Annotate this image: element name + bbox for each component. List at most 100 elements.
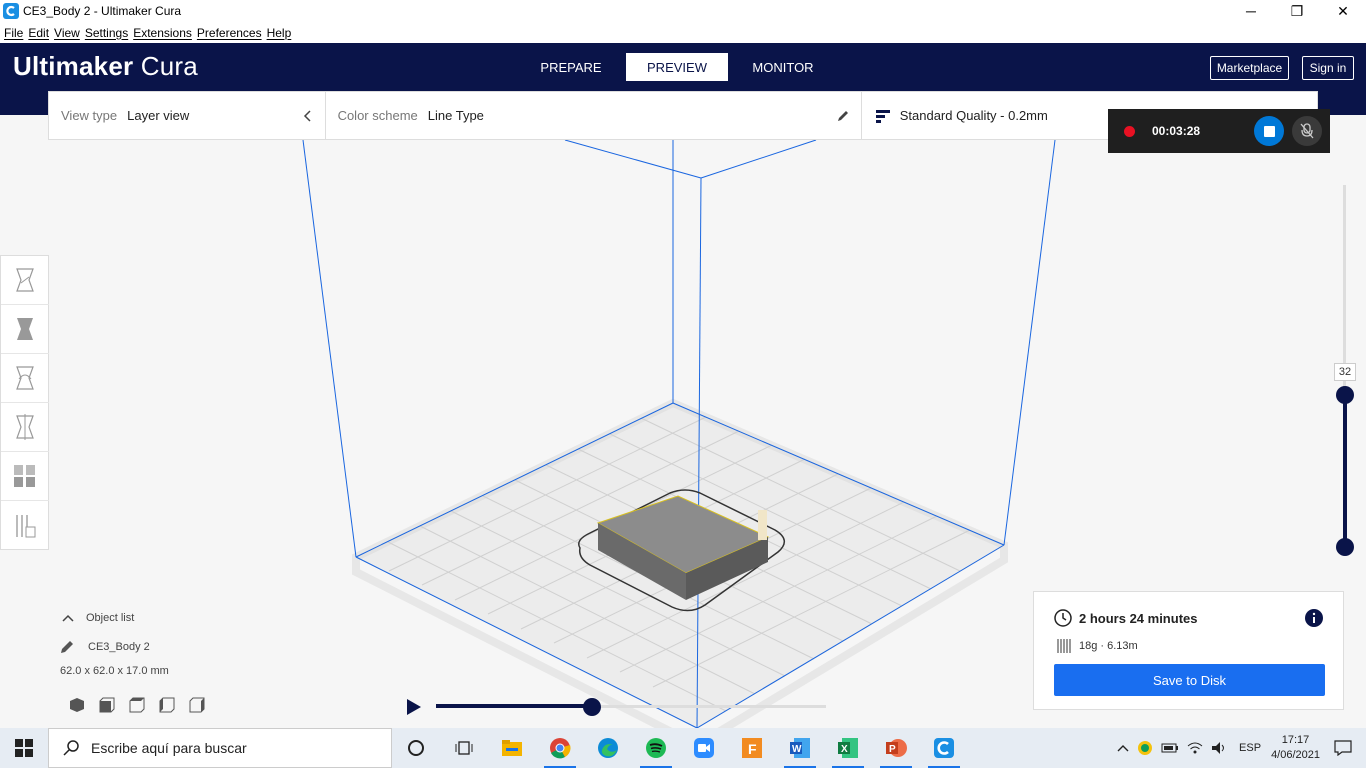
fusion-icon: F <box>742 738 762 758</box>
mirror-tool-button[interactable] <box>1 403 49 452</box>
mic-off-icon <box>1300 123 1314 139</box>
ultimaker-cura-logo: Ultimaker Cura <box>13 51 198 82</box>
cube-left-icon <box>159 697 175 713</box>
menu-preferences[interactable]: Preferences <box>197 26 262 40</box>
color-scheme-selector[interactable]: Color scheme Line Type <box>326 91 862 140</box>
spotify-button[interactable] <box>632 728 680 768</box>
mirror-icon <box>16 414 34 440</box>
layer-slider-lower-handle[interactable] <box>1336 538 1354 556</box>
battery-icon[interactable] <box>1161 741 1179 755</box>
print-time: 2 hours 24 minutes <box>1079 611 1198 626</box>
clock-icon <box>1054 609 1072 627</box>
scale-tool-button[interactable] <box>1 305 49 354</box>
object-item[interactable]: CE3_Body 2 <box>60 640 150 654</box>
tab-preview[interactable]: PREVIEW <box>626 53 728 81</box>
edge-button[interactable] <box>584 728 632 768</box>
clock-time: 17:17 <box>1281 734 1310 746</box>
menu-settings[interactable]: Settings <box>85 26 128 40</box>
per-model-settings-button[interactable] <box>1 452 49 501</box>
chrome-icon <box>550 738 571 759</box>
close-button[interactable]: ✕ <box>1320 0 1366 22</box>
file-explorer-button[interactable] <box>488 728 536 768</box>
windows-logo-icon <box>15 739 33 757</box>
stage-tabs: PREPARE PREVIEW MONITOR <box>520 53 838 81</box>
screen-recording-bar: 00:03:28 <box>1108 109 1330 153</box>
object-dimensions: 62.0 x 62.0 x 17.0 mm <box>60 665 169 677</box>
cortana-button[interactable] <box>392 728 440 768</box>
object-list-toggle[interactable]: Object list <box>62 612 134 624</box>
left-view-button[interactable] <box>152 695 182 715</box>
cube-right-icon <box>189 697 205 713</box>
volume-icon[interactable] <box>1211 741 1227 755</box>
support-blocker-icon <box>16 514 36 537</box>
filament-icon <box>1057 639 1071 653</box>
support-blocker-button[interactable] <box>1 501 49 550</box>
object-name: CE3_Body 2 <box>88 641 150 653</box>
color-scheme-value: Line Type <box>427 108 484 123</box>
logo-bold: Ultimaker <box>13 51 134 81</box>
minimize-button[interactable]: ─ <box>1228 0 1274 22</box>
chevron-up-icon[interactable] <box>1117 744 1129 752</box>
excel-button[interactable]: X <box>824 728 872 768</box>
view-type-selector[interactable]: View type Layer view <box>49 91 326 140</box>
edge-icon <box>598 738 618 758</box>
marketplace-button[interactable]: Marketplace <box>1210 56 1289 80</box>
title-bar: CE3_Body 2 - Ultimaker Cura ─ ❐ ✕ <box>0 0 1366 22</box>
view-type-label: View type <box>61 108 118 123</box>
color-scheme-label: Color scheme <box>337 108 418 123</box>
path-slider-handle[interactable] <box>583 698 601 716</box>
current-layer-value[interactable]: 32 <box>1334 363 1356 381</box>
notifications-icon[interactable] <box>1334 740 1352 756</box>
chevron-up-icon <box>62 614 74 622</box>
cura-taskbar-button[interactable] <box>920 728 968 768</box>
move-icon <box>16 268 34 292</box>
info-icon[interactable] <box>1305 609 1323 627</box>
print-info-panel: 2 hours 24 minutes 18g · 6.13m Save to D… <box>1033 591 1344 710</box>
system-tray: ESP 17:17 4/06/2021 <box>1117 728 1366 768</box>
sign-in-button[interactable]: Sign in <box>1302 56 1354 80</box>
cura-app-icon <box>3 3 19 19</box>
menu-extensions[interactable]: Extensions <box>133 26 192 40</box>
svg-text:W: W <box>792 744 802 755</box>
menu-bar: File Edit View Settings Extensions Prefe… <box>0 22 1366 43</box>
restore-button[interactable]: ❐ <box>1274 0 1320 22</box>
save-to-disk-button[interactable]: Save to Disk <box>1054 664 1325 696</box>
menu-file[interactable]: File <box>4 26 23 40</box>
tab-prepare[interactable]: PREPARE <box>520 53 622 81</box>
fusion-button[interactable]: F <box>728 728 776 768</box>
svg-text:F: F <box>748 741 757 757</box>
search-icon <box>63 740 79 756</box>
front-view-button[interactable] <box>92 695 122 715</box>
layer-slider-upper-handle[interactable] <box>1336 386 1354 404</box>
mute-mic-button[interactable] <box>1292 116 1322 146</box>
taskbar-search-box[interactable]: Escribe aquí para buscar <box>48 728 392 768</box>
menu-view[interactable]: View <box>54 26 80 40</box>
svg-text:P: P <box>889 744 896 755</box>
menu-help[interactable]: Help <box>267 26 292 40</box>
tab-monitor[interactable]: MONITOR <box>732 53 834 81</box>
wifi-icon[interactable] <box>1187 741 1203 755</box>
right-view-button[interactable] <box>182 695 212 715</box>
word-button[interactable]: W <box>776 728 824 768</box>
quality-value: Standard Quality - 0.2mm <box>899 108 1048 123</box>
play-button[interactable] <box>406 698 422 716</box>
move-tool-button[interactable] <box>1 256 49 305</box>
object-list-label: Object list <box>86 612 135 624</box>
recording-dot-icon <box>1124 125 1135 137</box>
menu-edit[interactable]: Edit <box>28 26 49 40</box>
chrome-button[interactable] <box>536 728 584 768</box>
network-status-icon[interactable] <box>1137 740 1153 756</box>
stop-recording-button[interactable] <box>1254 116 1284 146</box>
task-view-button[interactable] <box>440 728 488 768</box>
input-language[interactable]: ESP <box>1239 742 1261 754</box>
top-view-button[interactable] <box>122 695 152 715</box>
3d-view-button[interactable] <box>62 695 92 715</box>
spotify-icon <box>646 738 666 758</box>
rotate-tool-button[interactable] <box>1 354 49 403</box>
scale-icon <box>17 318 33 340</box>
zoom-button[interactable] <box>680 728 728 768</box>
start-button[interactable] <box>0 728 48 768</box>
camera-view-buttons <box>62 695 212 715</box>
clock[interactable]: 17:17 4/06/2021 <box>1271 733 1320 763</box>
powerpoint-button[interactable]: P <box>872 728 920 768</box>
